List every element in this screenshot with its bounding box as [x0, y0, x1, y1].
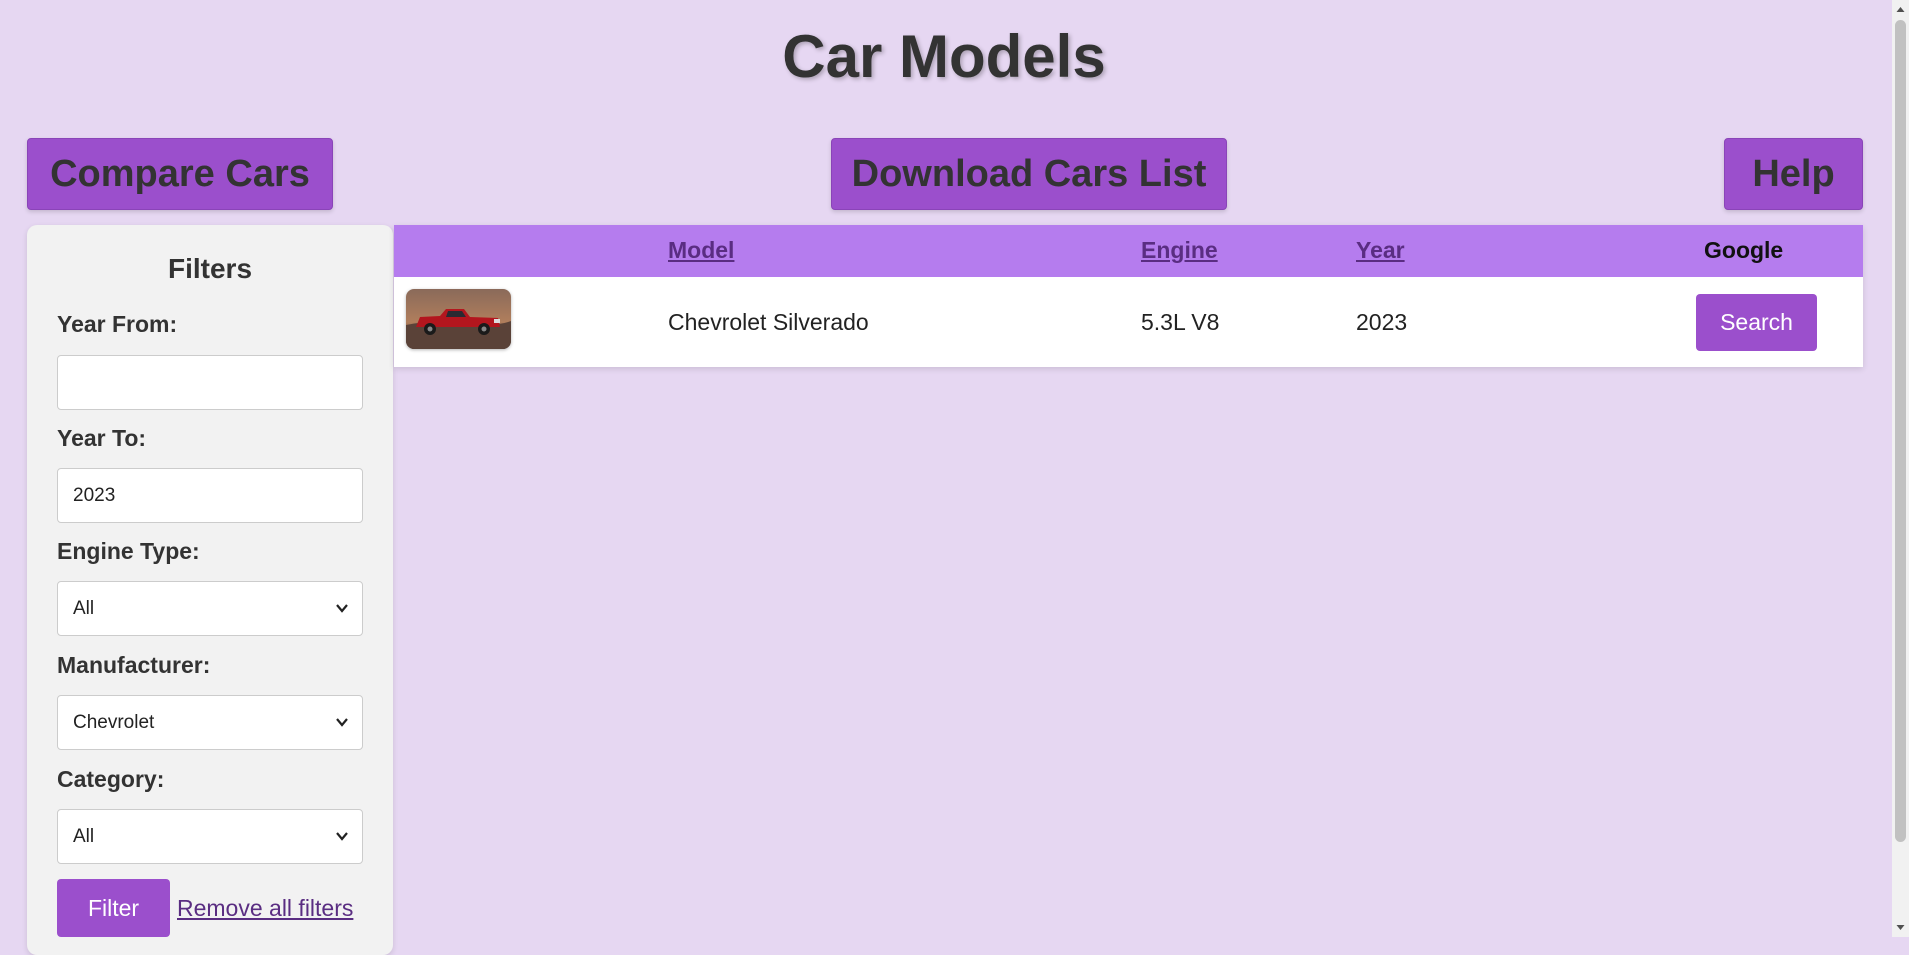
- year-to-label: Year To:: [57, 425, 147, 451]
- compare-cars-button[interactable]: Compare Cars: [27, 138, 333, 210]
- download-cars-list-button[interactable]: Download Cars List: [831, 138, 1227, 210]
- cell-model: Chevrolet Silverado: [668, 309, 869, 335]
- scroll-up-icon[interactable]: [1895, 4, 1906, 15]
- table-header: Model Engine Year Google: [394, 225, 1863, 277]
- manufacturer-selected: Chevrolet: [73, 711, 155, 733]
- scroll-down-icon[interactable]: [1895, 922, 1906, 933]
- engine-type-label: Engine Type:: [57, 538, 200, 564]
- remove-all-filters-link[interactable]: Remove all filters: [177, 895, 353, 922]
- car-thumbnail: [406, 289, 511, 349]
- category-label: Category:: [57, 766, 165, 792]
- year-to-value: 2023: [73, 484, 116, 506]
- cell-year: 2023: [1356, 309, 1408, 335]
- manufacturer-label: Manufacturer:: [57, 652, 211, 678]
- cars-table: Model Engine Year Google Chevrolet Silve…: [394, 225, 1863, 367]
- category-select[interactable]: All: [57, 809, 363, 864]
- chevron-down-icon: [336, 832, 348, 841]
- table-row: Chevrolet Silverado 5.3L V8 2023 Search: [394, 277, 1863, 367]
- page-title: Car Models: [782, 23, 1106, 90]
- year-to-input[interactable]: 2023: [57, 468, 363, 523]
- engine-type-selected: All: [73, 597, 95, 619]
- vertical-scrollbar[interactable]: [1892, 0, 1909, 937]
- column-header-google: Google: [1704, 237, 1784, 263]
- year-from-input[interactable]: [57, 355, 363, 410]
- chevron-down-icon: [336, 604, 348, 613]
- scrollbar-thumb[interactable]: [1895, 20, 1906, 842]
- filters-panel: Filters Year From: Year To: 2023 Engine …: [27, 225, 393, 955]
- help-button[interactable]: Help: [1724, 138, 1863, 210]
- column-header-engine[interactable]: Engine: [1141, 237, 1218, 264]
- pickup-truck-image: [406, 289, 511, 349]
- category-selected: All: [73, 825, 95, 847]
- year-from-label: Year From:: [57, 311, 178, 337]
- filters-heading: Filters: [167, 253, 253, 284]
- engine-type-select[interactable]: All: [57, 581, 363, 636]
- google-search-button[interactable]: Search: [1696, 294, 1817, 351]
- cell-engine: 5.3L V8: [1141, 309, 1220, 335]
- chevron-down-icon: [336, 718, 348, 727]
- manufacturer-select[interactable]: Chevrolet: [57, 695, 363, 750]
- column-header-year[interactable]: Year: [1356, 237, 1405, 264]
- filter-button[interactable]: Filter: [57, 879, 170, 937]
- column-header-model[interactable]: Model: [668, 237, 734, 264]
